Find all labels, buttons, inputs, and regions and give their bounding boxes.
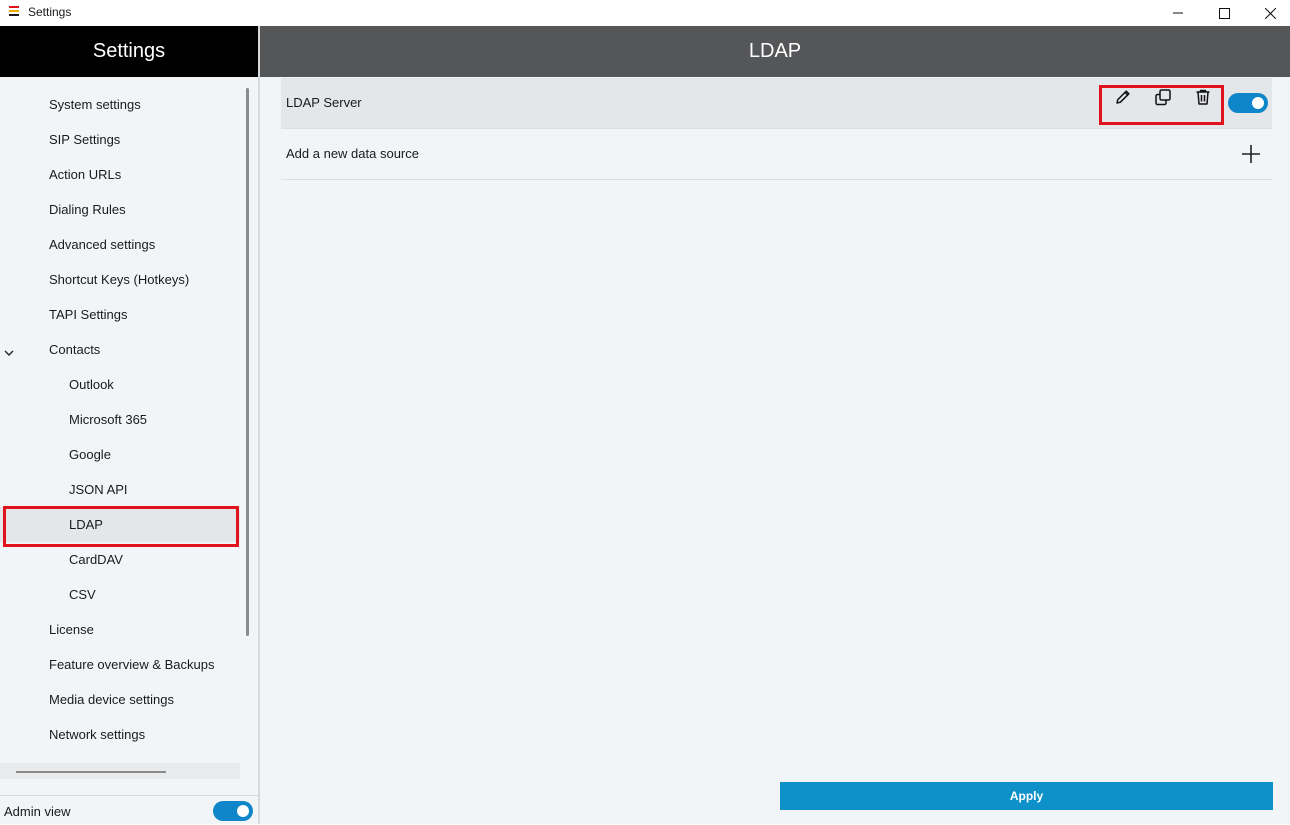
sidebar-item-label: Media device settings: [49, 692, 175, 707]
app-logo-icon: [9, 6, 19, 18]
admin-view-label: Admin view: [4, 804, 71, 819]
sidebar-item-advanced-settings[interactable]: Advanced settings: [0, 227, 240, 262]
close-button[interactable]: [1247, 0, 1290, 26]
sidebar-item-label: JSON API: [69, 482, 128, 497]
sidebar-item-label: License: [49, 622, 94, 637]
data-source-row[interactable]: LDAP Server: [281, 78, 1272, 129]
apply-button[interactable]: Apply: [780, 782, 1273, 810]
selection-highlight-box: [3, 506, 239, 547]
sidebar-item-outlook[interactable]: Outlook: [0, 367, 240, 402]
add-data-source-label: Add a new data source: [286, 146, 419, 161]
sidebar-item-dialing-rules[interactable]: Dialing Rules: [0, 192, 240, 227]
sidebar-item-label: Google: [69, 447, 111, 462]
admin-view-row: Admin view: [0, 795, 258, 825]
sidebar-item-label: Shortcut Keys (Hotkeys): [49, 272, 190, 287]
sidebar-item-csv[interactable]: CSV: [0, 577, 240, 612]
admin-view-toggle[interactable]: [213, 801, 253, 821]
chevron-down-icon[interactable]: [4, 345, 14, 360]
maximize-button[interactable]: [1201, 0, 1247, 26]
sidebar-item-system-settings[interactable]: System settings: [0, 87, 240, 122]
sidebar-item-label: CardDAV: [69, 552, 123, 567]
sidebar-item-label: Microsoft 365: [69, 412, 148, 427]
sidebar-item-label: Outlook: [69, 377, 114, 392]
sidebar-item-shortcut-keys[interactable]: Shortcut Keys (Hotkeys): [0, 262, 240, 297]
sidebar-item-media-device-settings[interactable]: Media device settings: [0, 682, 240, 717]
duplicate-icon[interactable]: [1153, 87, 1173, 107]
sidebar-item-feature-overview[interactable]: Feature overview & Backups: [0, 647, 240, 682]
sidebar-item-microsoft-365[interactable]: Microsoft 365: [0, 402, 240, 437]
sidebar-item-label: Contacts: [49, 342, 101, 357]
sidebar-item-label: CSV: [69, 587, 96, 602]
sidebar-item-carddav[interactable]: CardDAV: [0, 542, 240, 577]
data-source-name: LDAP Server: [286, 95, 362, 110]
sidebar-item-license[interactable]: License: [0, 612, 240, 647]
main-panel: LDAP LDAP Server Add a new data source A…: [260, 26, 1290, 824]
sidebar-item-label: TAPI Settings: [49, 307, 128, 322]
window-title: Settings: [28, 5, 72, 19]
horizontal-scrollbar[interactable]: [16, 771, 166, 773]
data-source-enabled-toggle[interactable]: [1228, 93, 1268, 113]
sidebar: Settings System settings SIP Settings Ac…: [0, 26, 260, 824]
sidebar-item-label: Dialing Rules: [49, 202, 126, 217]
sidebar-item-google[interactable]: Google: [0, 437, 240, 472]
sidebar-item-label: SIP Settings: [49, 132, 121, 147]
sidebar-item-label: Network settings: [49, 727, 146, 742]
add-icon[interactable]: [1241, 144, 1261, 164]
toggle-knob: [1252, 97, 1264, 109]
toggle-knob: [237, 805, 249, 817]
sidebar-item-label: Action URLs: [49, 167, 122, 182]
sidebar-item-label: Advanced settings: [49, 237, 156, 252]
add-data-source-row[interactable]: Add a new data source: [281, 129, 1272, 180]
sidebar-item-network-settings[interactable]: Network settings: [0, 717, 240, 752]
vertical-scrollbar[interactable]: [246, 88, 249, 636]
page-title: LDAP: [260, 26, 1290, 77]
sidebar-item-sip-settings[interactable]: SIP Settings: [0, 122, 240, 157]
sidebar-item-json-api[interactable]: JSON API: [0, 472, 240, 507]
minimize-button[interactable]: [1155, 0, 1201, 26]
sidebar-item-tapi-settings[interactable]: TAPI Settings: [0, 297, 240, 332]
sidebar-title: Settings: [0, 26, 258, 77]
delete-icon[interactable]: [1193, 87, 1213, 107]
sidebar-item-action-urls[interactable]: Action URLs: [0, 157, 240, 192]
edit-icon[interactable]: [1113, 87, 1133, 107]
title-bar: Settings: [0, 0, 1290, 26]
sidebar-item-label: System settings: [49, 97, 141, 112]
sidebar-item-label: Feature overview & Backups: [49, 657, 215, 672]
sidebar-item-contacts[interactable]: Contacts: [0, 332, 240, 367]
